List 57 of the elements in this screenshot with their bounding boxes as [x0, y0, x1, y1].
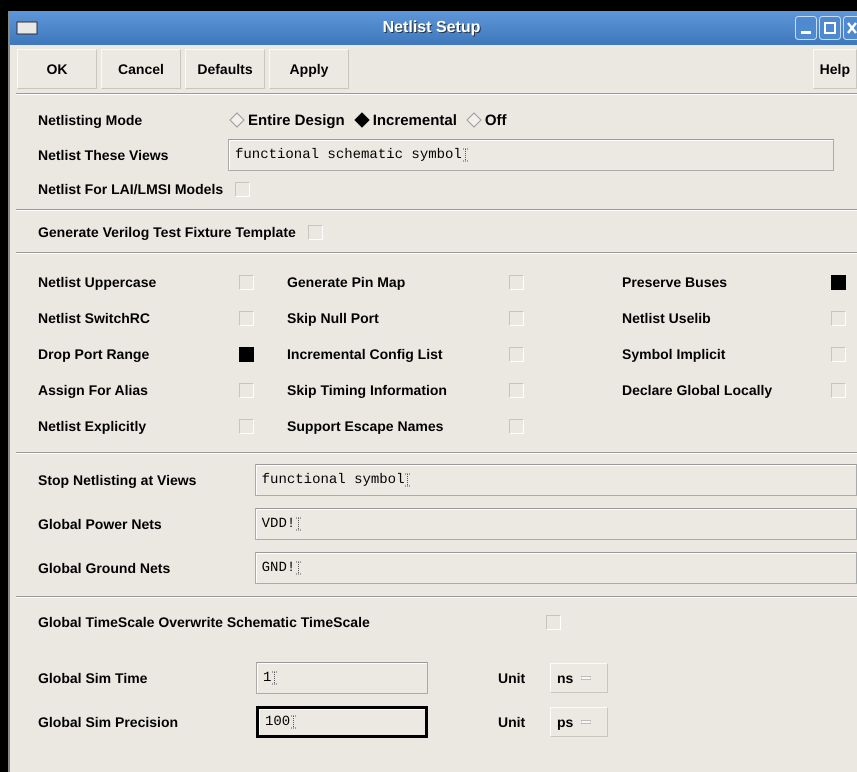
checkbox-label: Assign For Alias: [38, 382, 148, 398]
text-cursor-icon: [462, 148, 468, 162]
field-label: Netlist These Views: [38, 147, 170, 163]
checkbox-label: Global TimeScale Overwrite Schematic TimeScale: [38, 614, 371, 630]
checkbox[interactable]: [831, 274, 846, 290]
checkbox-label: Skip Timing Information: [287, 382, 447, 398]
unit-label: Unit: [498, 714, 526, 730]
toolbar-button[interactable]: Cancel: [101, 49, 181, 89]
field-label: Global Power Nets: [38, 516, 163, 532]
checkbox-label: Generate Pin Map: [287, 274, 406, 290]
text-field[interactable]: GND!: [254, 552, 857, 584]
text-cursor-icon: [296, 561, 302, 575]
checkbox-label: Support Escape Names: [287, 418, 444, 434]
window-title: Netlist Setup: [382, 19, 482, 37]
checkbox-label: Skip Null Port: [287, 310, 379, 326]
text-cursor-icon: [272, 671, 278, 685]
radio-option[interactable]: Off: [464, 111, 507, 129]
field-label: Global Sim Precision: [38, 714, 180, 730]
field-label: Global Ground Nets: [38, 560, 172, 576]
unit-dropdown[interactable]: ps: [550, 707, 608, 737]
field-label: Global Sim Time: [38, 670, 148, 686]
checkbox-label: Drop Port Range: [38, 346, 150, 362]
checkbox-label: Netlist Uppercase: [38, 274, 156, 290]
maximize-icon[interactable]: [819, 16, 841, 40]
checkbox-label: Netlist Explicitly: [38, 418, 146, 434]
toolbar-button[interactable]: Defaults: [185, 49, 265, 89]
checkbox-label: Preserve Buses: [622, 274, 728, 290]
help-button[interactable]: Help: [812, 49, 857, 89]
dropdown-indicator-icon: [581, 720, 592, 724]
close-icon[interactable]: [843, 16, 857, 40]
checkbox-label: Declare Global Locally: [622, 382, 772, 398]
checkbox-label: Incremental Config List: [287, 346, 443, 362]
text-field[interactable]: VDD!: [254, 508, 857, 540]
checkbox-label: Netlist For LAI/LMSI Models: [38, 181, 224, 197]
field-label: Netlisting Mode: [38, 112, 144, 128]
radio-option[interactable]: Entire Design: [228, 111, 345, 129]
text-field[interactable]: 1: [256, 662, 428, 694]
checkbox-label: Netlist Uselib: [622, 310, 711, 326]
minimize-icon[interactable]: [795, 16, 817, 40]
dropdown-indicator-icon: [581, 676, 592, 680]
text-field[interactable]: functional symbol: [254, 464, 857, 496]
text-cursor-icon: [405, 473, 410, 487]
unit-label: Unit: [498, 670, 526, 686]
checkbox-label: Symbol Implicit: [622, 346, 726, 362]
checkbox[interactable]: [239, 346, 254, 362]
checkbox-label: Netlist SwitchRC: [38, 310, 150, 326]
unit-dropdown[interactable]: ns: [550, 663, 608, 693]
checkbox-label: Generate Verilog Test Fixture Template: [38, 224, 296, 240]
window-menu-icon[interactable]: [16, 21, 38, 35]
toolbar-button[interactable]: OK: [17, 49, 97, 89]
text-field[interactable]: 100: [256, 706, 428, 738]
radio-option[interactable]: Incremental: [352, 111, 457, 129]
text-field[interactable]: functional schematic symbol: [228, 139, 834, 171]
field-label: Stop Netlisting at Views: [38, 472, 198, 488]
toolbar-button[interactable]: Apply: [269, 49, 349, 89]
text-cursor-icon: [291, 715, 296, 729]
text-cursor-icon: [296, 517, 302, 531]
